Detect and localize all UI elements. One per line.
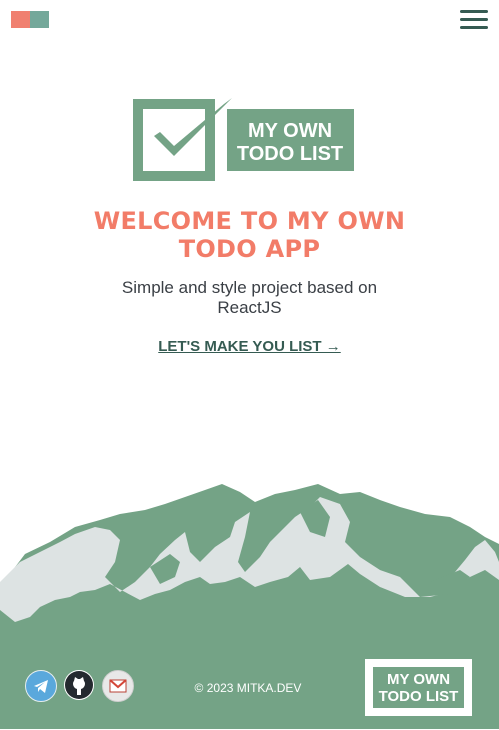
title-line-2: TODO APP: [178, 235, 321, 263]
menu-line: [460, 10, 488, 13]
page-subtitle: Simple and style project based on ReactJ…: [121, 278, 378, 317]
top-bar: [0, 0, 499, 40]
footer-logo-line-2: TODO LIST: [378, 688, 459, 705]
footer-logo-line-1: MY OWN: [386, 671, 451, 688]
menu-line: [460, 18, 488, 21]
brand-square-coral: [11, 11, 30, 28]
logo-line-2: TODO LIST: [237, 143, 343, 165]
telegram-glyph: [34, 680, 48, 693]
mountains-illustration: [0, 484, 499, 642]
github-glyph: [65, 671, 93, 699]
title-line-1: WELCOME TO MY OWN: [93, 207, 406, 235]
copyright-text: © 2023 MITKA.DEV: [194, 681, 302, 695]
make-list-link[interactable]: LET'S MAKE YOU LIST →: [120, 337, 379, 357]
logo-line-1: MY OWN: [248, 120, 332, 142]
brand-square-teal: [30, 11, 49, 28]
gmail-glyph: [109, 679, 127, 693]
github-icon[interactable]: [64, 670, 94, 700]
footer-logo-inner: MY OWN TODO LIST: [373, 667, 464, 708]
page-title: WELCOME TO MY OWN TODO APP: [70, 207, 429, 263]
checkbox-inner: [143, 109, 205, 171]
telegram-icon[interactable]: [25, 670, 57, 702]
gmail-icon[interactable]: [102, 670, 134, 702]
hamburger-menu-icon[interactable]: [460, 10, 488, 32]
brand-squares-icon[interactable]: [11, 11, 49, 28]
footer-logo[interactable]: MY OWN TODO LIST: [365, 659, 472, 716]
menu-line: [460, 26, 488, 29]
hero-logo: MY OWN TODO LIST: [133, 98, 354, 181]
